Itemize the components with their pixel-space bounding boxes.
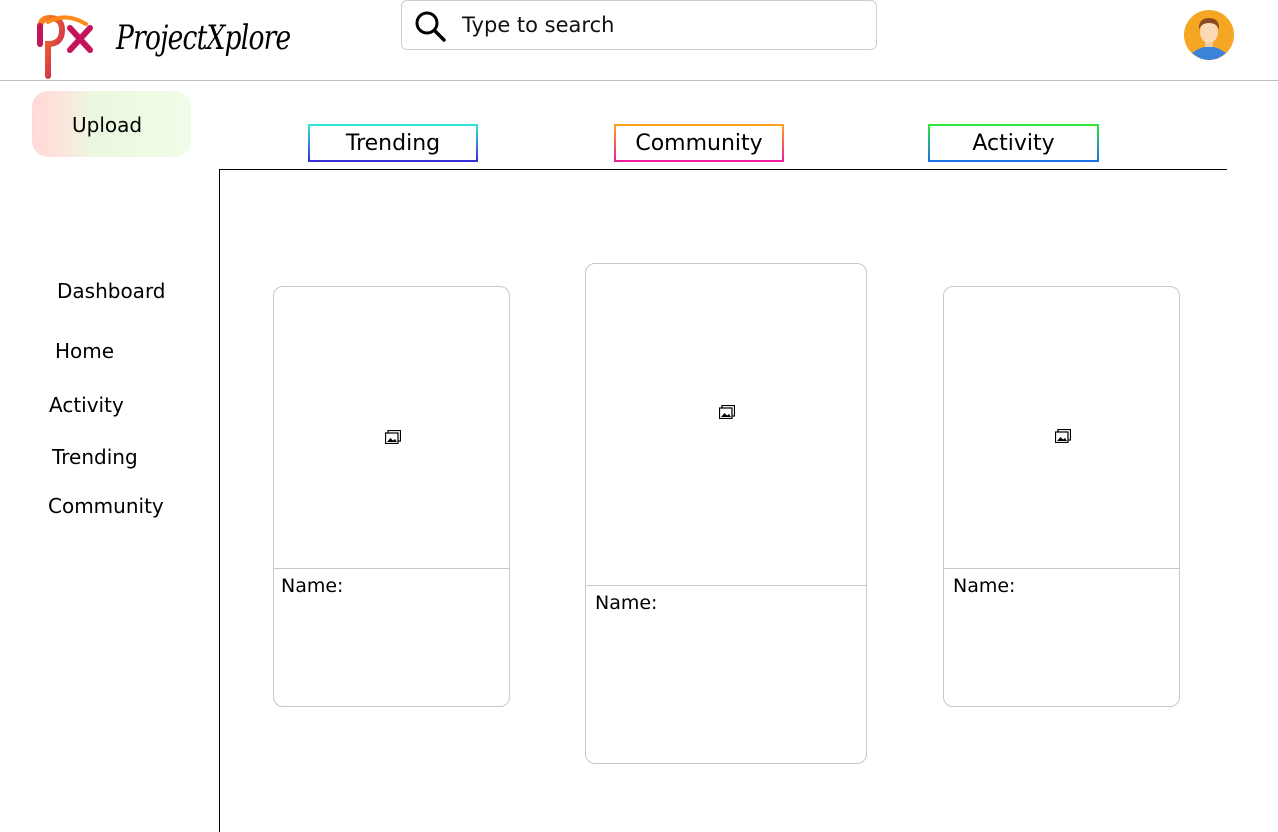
image-placeholder-icon	[719, 405, 735, 419]
card-divider	[586, 585, 866, 586]
project-card-2[interactable]: Name:	[585, 263, 867, 764]
search-input[interactable]: Type to search	[462, 13, 614, 37]
user-avatar[interactable]	[1184, 10, 1234, 60]
search-icon	[415, 11, 446, 42]
tab-activity[interactable]: Activity	[928, 124, 1099, 162]
brand-name: ProjectXplore	[116, 18, 291, 58]
sidebar-item-activity[interactable]: Activity	[49, 393, 124, 417]
upload-button[interactable]: Upload	[32, 91, 191, 157]
search-bar[interactable]: Type to search	[401, 0, 877, 50]
image-placeholder-icon	[1055, 429, 1071, 443]
sidebar-item-dashboard[interactable]: Dashboard	[57, 279, 166, 303]
content-frame-top-border	[219, 169, 1227, 170]
card-name-label: Name:	[281, 575, 344, 597]
upload-label: Upload	[72, 113, 143, 137]
brand-logo	[37, 14, 93, 79]
sidebar-item-home[interactable]: Home	[55, 339, 114, 363]
tab-community[interactable]: Community	[614, 124, 784, 162]
card-name-label: Name:	[595, 592, 658, 614]
card-divider	[944, 568, 1179, 569]
project-card-1[interactable]: Name:	[273, 286, 510, 707]
sidebar-item-trending[interactable]: Trending	[52, 445, 138, 469]
image-placeholder-icon	[385, 430, 401, 444]
sidebar-item-community[interactable]: Community	[48, 494, 164, 518]
card-divider	[274, 568, 509, 569]
header-divider	[0, 80, 1278, 81]
card-name-label: Name:	[953, 575, 1016, 597]
project-card-3[interactable]: Name:	[943, 286, 1180, 707]
tab-trending[interactable]: Trending	[308, 124, 478, 162]
content-frame-left-border	[219, 169, 220, 832]
